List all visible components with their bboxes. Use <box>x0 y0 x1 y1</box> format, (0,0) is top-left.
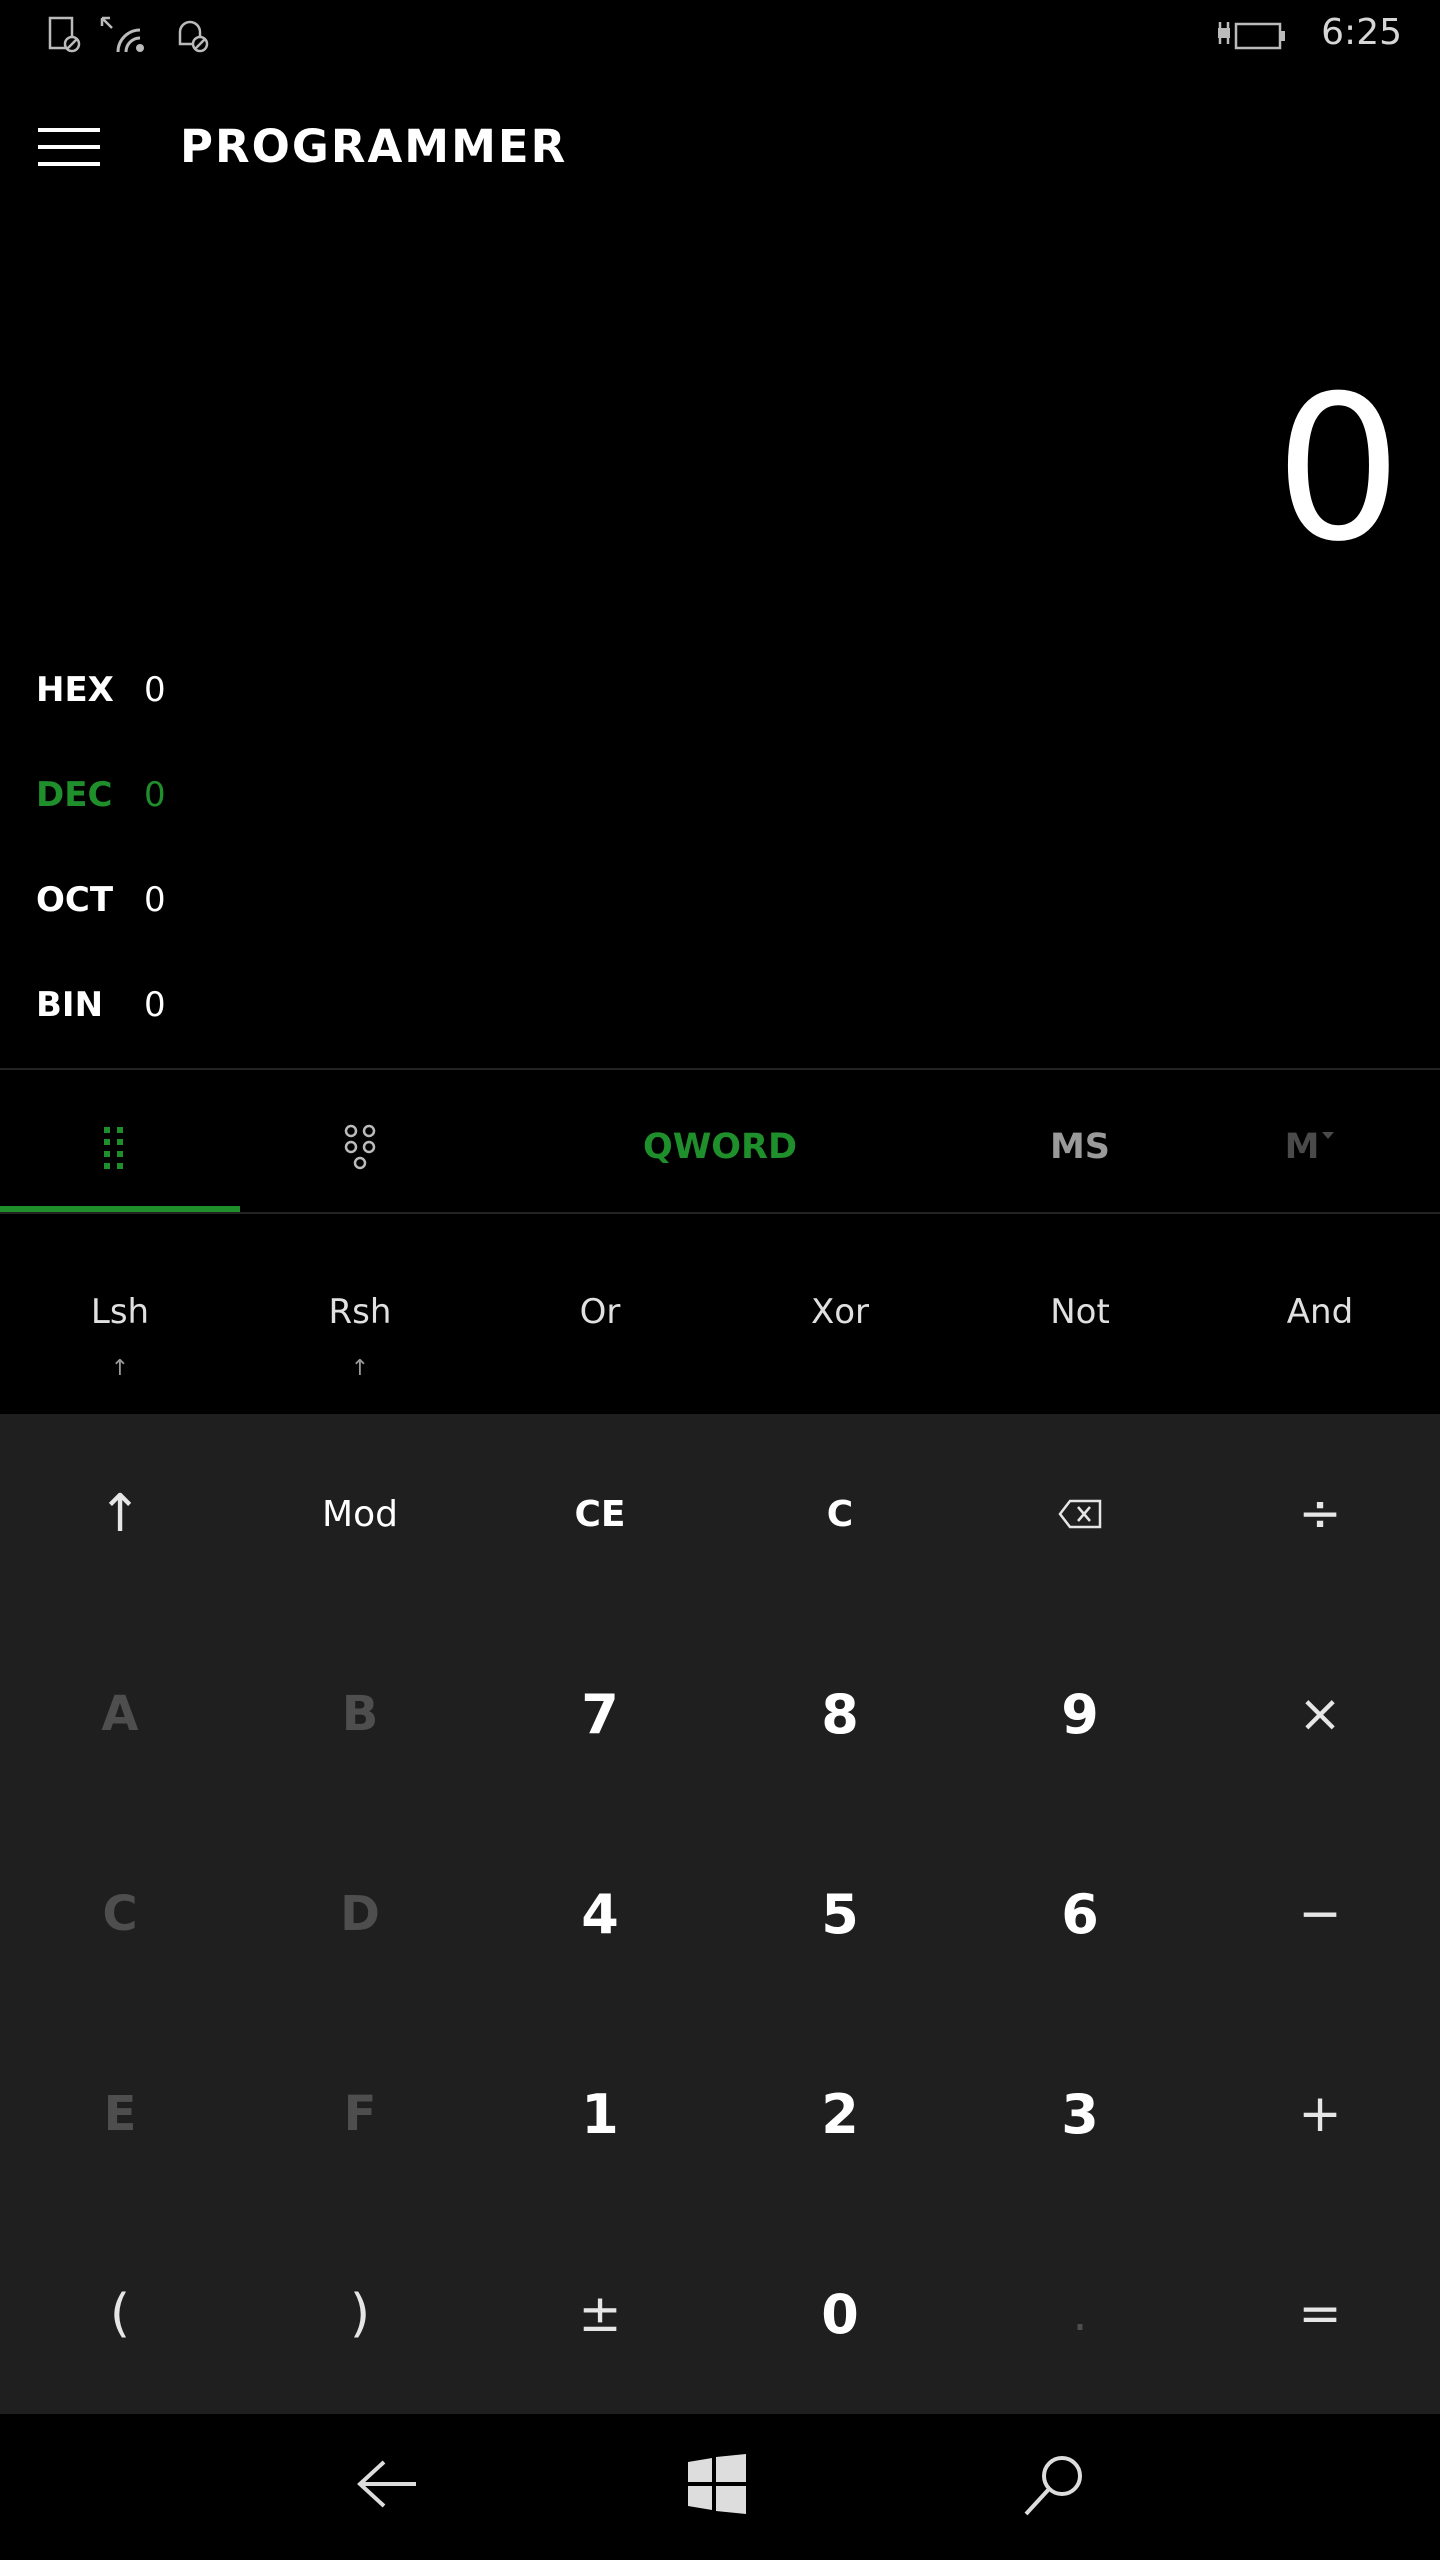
and-label: And <box>1286 1292 1354 1332</box>
backspace-icon <box>1058 1499 1102 1529</box>
word-size-button[interactable]: QWORD <box>560 1082 880 1212</box>
digit-3-key[interactable]: 3 <box>960 2014 1200 2214</box>
radix-hex[interactable]: HEX 0 <box>36 670 166 730</box>
digit-5-key[interactable]: 5 <box>720 1814 960 2014</box>
radix-value: 0 <box>144 985 166 1025</box>
rsh-button[interactable]: Rsh ↑ <box>240 1232 480 1412</box>
digit-9-key[interactable]: 9 <box>960 1614 1200 1814</box>
notification-icon <box>48 16 81 53</box>
lsh-label: Lsh <box>90 1292 150 1332</box>
radix-value: 0 <box>144 775 166 815</box>
shift-indicator: ↑ <box>350 1356 370 1381</box>
menu-button[interactable] <box>38 128 100 166</box>
radix-value: 0 <box>144 670 166 710</box>
rsh-label: Rsh <box>328 1292 392 1332</box>
digit-2-key[interactable]: 2 <box>720 2014 960 2214</box>
digit-0-key[interactable]: 0 <box>720 2214 960 2414</box>
lsh-button[interactable]: Lsh ↑ <box>0 1232 240 1412</box>
tab-full-keypad[interactable] <box>0 1082 240 1212</box>
xor-label: Xor <box>810 1292 870 1332</box>
not-button[interactable]: Not <box>960 1232 1200 1412</box>
or-button[interactable]: Or <box>480 1232 720 1412</box>
memory-store-button[interactable]: MS <box>960 1082 1200 1212</box>
mod-key[interactable]: Mod <box>240 1414 480 1614</box>
status-bar: 6:25 <box>0 0 1440 70</box>
search-icon[interactable] <box>1020 2452 1090 2518</box>
chevron-down-icon <box>1322 1132 1335 1139</box>
digit-4-key[interactable]: 4 <box>480 1814 720 2014</box>
not-label: Not <box>1050 1292 1110 1332</box>
radix-label: DEC <box>36 775 113 815</box>
digit-6-key[interactable]: 6 <box>960 1814 1200 2014</box>
radix-label: HEX <box>36 670 114 710</box>
memory-label: M <box>1284 1127 1320 1167</box>
radix-label: BIN <box>36 985 104 1025</box>
result-display: 0 <box>1274 353 1402 586</box>
hex-f-key[interactable]: F <box>240 2014 480 2214</box>
negate-key[interactable]: ± <box>480 2214 720 2414</box>
keypad-grid-icon <box>104 1127 123 1169</box>
windows-start-icon[interactable] <box>686 2454 748 2514</box>
hex-a-key[interactable]: A <box>0 1614 240 1814</box>
hex-e-key[interactable]: E <box>0 2014 240 2214</box>
radix-dec[interactable]: DEC 0 <box>36 775 166 835</box>
subtract-key[interactable]: − <box>1200 1814 1440 2014</box>
quiet-hours-icon <box>178 20 209 53</box>
memory-button[interactable]: M <box>1230 1082 1390 1212</box>
digit-7-key[interactable]: 7 <box>480 1614 720 1814</box>
digit-8-key[interactable]: 8 <box>720 1614 960 1814</box>
close-paren-key[interactable]: ) <box>240 2214 480 2414</box>
tab-bit-toggling[interactable] <box>240 1082 480 1212</box>
radix-value: 0 <box>144 880 166 920</box>
and-button[interactable]: And <box>1200 1232 1440 1412</box>
clear-key[interactable]: C <box>720 1414 960 1614</box>
divider <box>0 1068 1440 1070</box>
open-paren-key[interactable]: ( <box>0 2214 240 2414</box>
hex-c-key[interactable]: C <box>0 1814 240 2014</box>
hex-b-key[interactable]: B <box>240 1614 480 1814</box>
divider <box>0 1212 1440 1214</box>
status-time: 6:25 <box>1321 12 1402 53</box>
navigation-bar <box>0 2414 1440 2560</box>
multiply-key[interactable]: × <box>1200 1614 1440 1814</box>
page-title: PROGRAMMER <box>180 120 568 173</box>
or-label: Or <box>579 1292 621 1332</box>
bit-toggle-icon <box>344 1124 376 1170</box>
backspace-key[interactable] <box>960 1414 1200 1614</box>
back-icon[interactable] <box>350 2454 420 2514</box>
signal-icon <box>100 16 144 53</box>
radix-label: OCT <box>36 880 114 920</box>
radix-oct[interactable]: OCT 0 <box>36 880 166 940</box>
keypad: ↑ Mod CE C ÷ A B 7 8 9 × C D 4 5 6 − E F… <box>0 1414 1440 2414</box>
digit-1-key[interactable]: 1 <box>480 2014 720 2214</box>
xor-button[interactable]: Xor <box>720 1232 960 1412</box>
decimal-key[interactable]: . <box>960 2214 1200 2414</box>
hex-d-key[interactable]: D <box>240 1814 480 2014</box>
divide-key[interactable]: ÷ <box>1200 1414 1440 1614</box>
shift-key[interactable]: ↑ <box>0 1414 240 1614</box>
add-key[interactable]: + <box>1200 2014 1440 2214</box>
shift-indicator: ↑ <box>110 1356 130 1381</box>
battery-charging-icon <box>1218 22 1285 50</box>
clear-entry-key[interactable]: CE <box>480 1414 720 1614</box>
equals-key[interactable]: = <box>1200 2214 1440 2414</box>
radix-bin[interactable]: BIN 0 <box>36 985 166 1045</box>
